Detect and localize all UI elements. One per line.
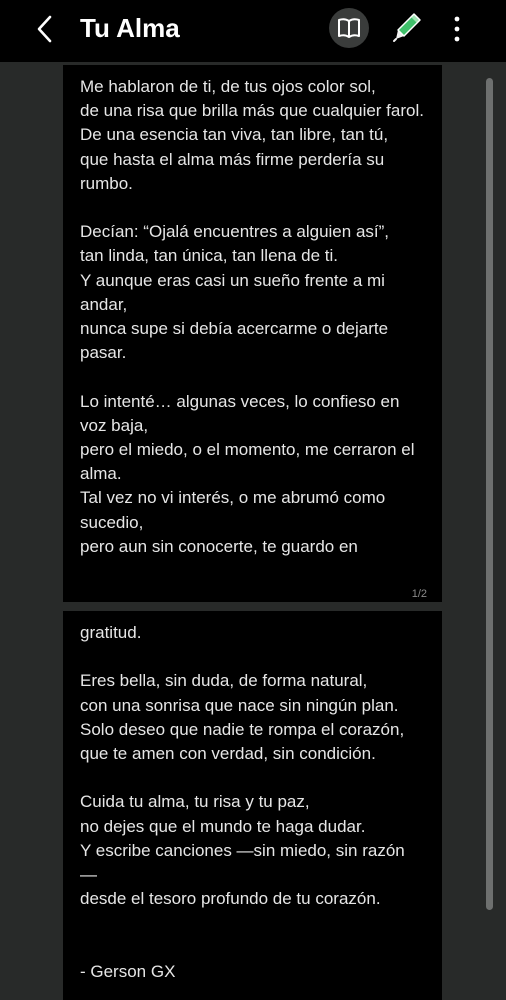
top-app-bar: Tu Alma [0, 0, 506, 62]
reading-mode-button[interactable] [329, 8, 369, 48]
open-book-icon [338, 18, 360, 38]
edit-button[interactable] [390, 10, 424, 46]
scrollbar-thumb[interactable] [486, 78, 493, 910]
note-body-text[interactable]: Me hablaron de ti, de tus ojos color sol… [80, 75, 426, 559]
chevron-left-icon [37, 15, 52, 43]
back-button[interactable] [30, 12, 64, 46]
note-title: Tu Alma [80, 13, 180, 43]
note-page-2[interactable]: gratitud. Eres bella, sin duda, de forma… [63, 611, 442, 1000]
notes-app: Tu Alma Me hablaron de ti, de tus ojos c… [0, 0, 506, 1000]
more-vertical-icon [454, 16, 460, 42]
note-body-text[interactable]: gratitud. Eres bella, sin duda, de forma… [80, 621, 426, 984]
scrollbar[interactable] [486, 78, 493, 910]
note-page-1[interactable]: Me hablaron de ti, de tus ojos color sol… [63, 65, 442, 602]
page-number: 1/2 [411, 588, 427, 600]
more-options-button[interactable] [447, 12, 467, 46]
pen-icon [393, 13, 421, 42]
